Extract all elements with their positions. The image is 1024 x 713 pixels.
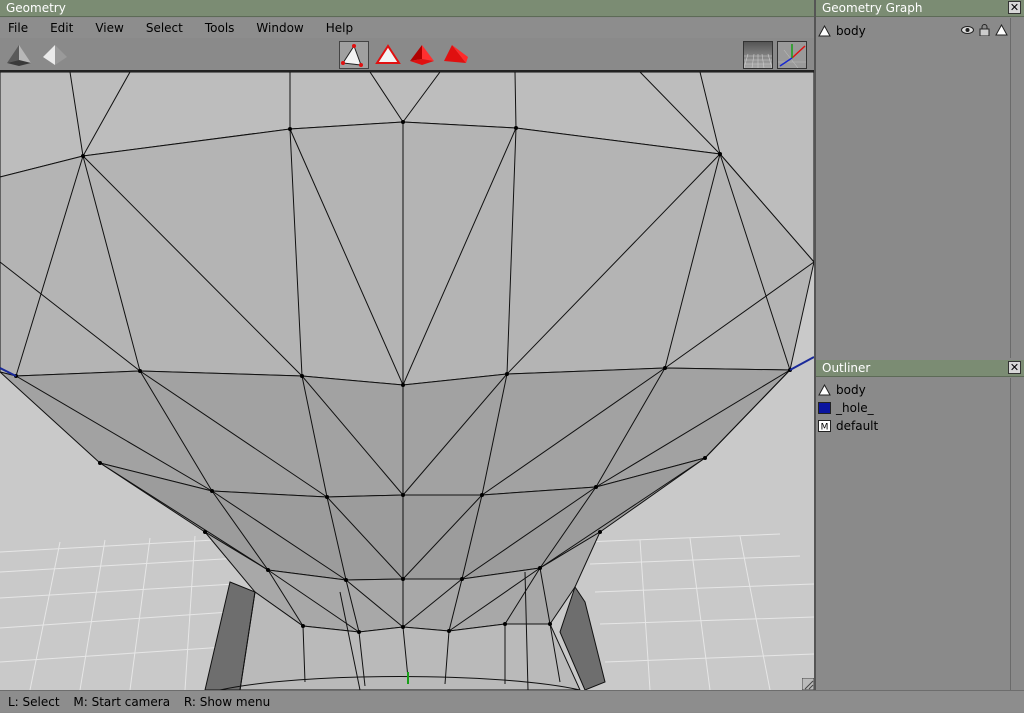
vertex-select-icon (341, 44, 363, 67)
status-bar: L: Select M: Start camera R: Show menu (0, 690, 1024, 712)
menu-file[interactable]: File (0, 18, 36, 38)
axes-toggle-button[interactable] (777, 41, 807, 69)
outliner-item-body[interactable]: body (818, 381, 866, 399)
face-select-icon (410, 45, 434, 65)
edge-select-icon (375, 44, 401, 64)
grid-toggle-button[interactable] (743, 41, 773, 69)
outliner-title-bar: Outliner ✕ (816, 360, 1024, 377)
outliner-title: Outliner (822, 361, 871, 375)
geometry-graph-close-button[interactable]: ✕ (1008, 1, 1021, 14)
outliner-item-default[interactable]: M default (818, 417, 878, 435)
window-title: Geometry (6, 1, 66, 15)
geometry-window-title: Geometry (0, 0, 814, 17)
triangle-icon (818, 25, 831, 37)
material-m-icon: M (818, 420, 831, 432)
outliner-panel: body _hole_ M default (816, 378, 1010, 690)
geometry-graph-panel: body (816, 18, 1010, 358)
face-select-button[interactable] (407, 41, 437, 69)
menu-edit[interactable]: Edit (42, 18, 81, 38)
outliner-item-hole[interactable]: _hole_ (818, 399, 874, 417)
object-select-button[interactable] (441, 41, 471, 69)
vertex-select-button[interactable] (339, 41, 369, 69)
object-select-icon (444, 45, 468, 63)
mesh-viewport-canvas[interactable] (0, 72, 814, 690)
outliner-close-button[interactable]: ✕ (1008, 361, 1021, 374)
geometry-graph-scrollbar[interactable] (1010, 18, 1024, 358)
menu-select[interactable]: Select (138, 18, 191, 38)
menu-tools[interactable]: Tools (197, 18, 243, 38)
toolbar (0, 39, 814, 72)
status-hint-select: L: Select (8, 695, 60, 709)
menu-window[interactable]: Window (248, 18, 311, 38)
axes-toggle-icon (778, 42, 806, 68)
menu-view[interactable]: View (87, 18, 131, 38)
outliner-item-label: _hole_ (836, 401, 874, 415)
status-hint-menu: R: Show menu (183, 695, 271, 709)
grid-toggle-icon (744, 42, 772, 68)
flat-pyramid-icon (43, 45, 67, 65)
3d-viewport[interactable] (0, 72, 814, 690)
item-flags (961, 24, 1008, 36)
triangle-icon[interactable] (995, 24, 1008, 36)
outliner-scrollbar[interactable] (1010, 378, 1024, 690)
eye-icon[interactable] (961, 24, 974, 36)
shaded-mode-button[interactable] (4, 41, 34, 69)
outliner-item-label: body (836, 383, 866, 397)
menu-help[interactable]: Help (318, 18, 361, 38)
geometry-graph-item-body[interactable]: body (818, 22, 1008, 40)
viewport-resize-grip[interactable] (802, 678, 814, 690)
menu-bar: File Edit View Select Tools Window Help (0, 18, 814, 38)
status-hint-camera: M: Start camera (73, 695, 171, 709)
outliner-item-label: default (836, 419, 879, 433)
flat-mode-button[interactable] (40, 41, 70, 69)
geometry-graph-title: Geometry Graph (822, 1, 923, 15)
blue-square-icon (818, 402, 831, 414)
svg-text:M: M (821, 423, 829, 433)
triangle-icon (818, 384, 831, 396)
shaded-pyramid-icon (7, 45, 31, 66)
edge-select-button[interactable] (373, 41, 403, 69)
geometry-graph-title-bar: Geometry Graph ✕ (816, 0, 1024, 17)
lock-icon[interactable] (978, 24, 991, 36)
geometry-graph-item-label: body (836, 24, 866, 38)
